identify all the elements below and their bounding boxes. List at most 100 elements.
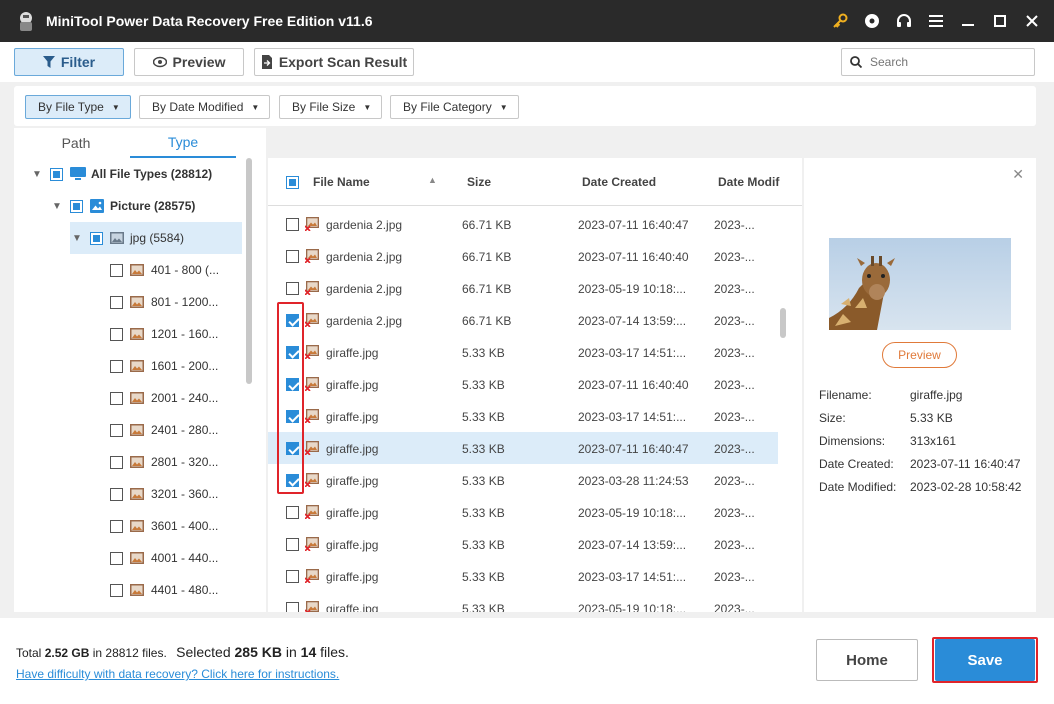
home-button[interactable]: Home <box>816 639 918 681</box>
tree-item-range[interactable]: 2001 - 240... <box>110 382 218 414</box>
row-checkbox[interactable] <box>286 410 299 423</box>
checkbox[interactable] <box>110 551 123 565</box>
tree-item-range[interactable]: 4001 - 440... <box>110 542 218 574</box>
close-preview-icon[interactable]: ✕ <box>1012 166 1024 183</box>
chevron-down-icon[interactable]: ▼ <box>30 169 44 180</box>
tree-item-range[interactable]: 1201 - 160... <box>110 318 218 350</box>
checkbox[interactable] <box>110 295 123 309</box>
row-checkbox[interactable] <box>286 282 299 295</box>
tree-item-range[interactable]: 401 - 800 (... <box>110 254 219 286</box>
by-date-modified-dropdown[interactable]: By Date Modified ▼ <box>139 95 271 119</box>
row-checkbox[interactable] <box>286 218 299 231</box>
tree-item-range[interactable]: 2801 - 320... <box>110 446 218 478</box>
checkbox[interactable] <box>90 231 103 245</box>
checkbox[interactable] <box>110 423 123 437</box>
select-all-checkbox[interactable] <box>286 176 299 189</box>
tree-item-range[interactable]: 3201 - 360... <box>110 478 218 510</box>
column-header-date-created[interactable]: Date Created <box>582 175 656 189</box>
row-checkbox[interactable] <box>286 250 299 263</box>
checkbox[interactable] <box>110 583 123 597</box>
tree-item-jpg[interactable]: ▼ jpg (5584) <box>70 222 242 254</box>
search-box[interactable] <box>841 48 1035 76</box>
list-scrollbar[interactable] <box>780 308 786 338</box>
column-header-size[interactable]: Size <box>467 175 491 189</box>
row-checkbox[interactable] <box>286 602 299 612</box>
table-row[interactable]: giraffe.jpg 5.33 KB 2023-03-28 11:24:53 202… <box>268 464 778 496</box>
row-checkbox[interactable] <box>286 346 299 359</box>
checkbox[interactable] <box>110 487 123 501</box>
by-date-modified-label: By Date Modified <box>152 100 244 114</box>
selected-files: 14 <box>300 644 317 660</box>
checkbox[interactable] <box>70 199 83 213</box>
checkbox[interactable] <box>110 263 123 277</box>
row-checkbox[interactable] <box>286 538 299 551</box>
row-checkbox[interactable] <box>286 474 299 487</box>
checkbox[interactable] <box>110 359 123 373</box>
tree-item-range[interactable]: 2401 - 280... <box>110 414 218 446</box>
date-created-cell: 2023-07-14 13:59:... <box>578 314 687 328</box>
minimize-icon[interactable] <box>952 0 984 42</box>
column-header-date-modified[interactable]: Date Modifi <box>718 175 780 189</box>
row-checkbox[interactable] <box>286 506 299 519</box>
search-input[interactable] <box>870 55 1020 69</box>
table-row[interactable]: gardenia 2.jpg 66.71 KB 2023-05-19 10:18:.… <box>268 272 778 304</box>
checkbox[interactable] <box>110 455 123 469</box>
checkbox[interactable] <box>110 327 123 341</box>
tree-item-range[interactable]: 801 - 1200... <box>110 286 218 318</box>
row-checkbox[interactable] <box>286 314 299 327</box>
tree-scrollbar[interactable] <box>246 158 252 384</box>
checkbox[interactable] <box>110 391 123 405</box>
tree-item-all-file-types[interactable]: ▼ All File Types (28812) <box>30 158 212 190</box>
table-row[interactable]: giraffe.jpg 5.33 KB 2023-05-19 10:18:... 20… <box>268 592 778 612</box>
headset-icon[interactable] <box>888 0 920 42</box>
row-checkbox[interactable] <box>286 570 299 583</box>
filter-button[interactable]: Filter <box>14 48 124 76</box>
tab-path[interactable]: Path <box>14 128 138 158</box>
export-scan-result-button[interactable]: Export Scan Result <box>254 48 414 76</box>
tree-item-range[interactable]: 4401 - 480... <box>110 574 218 606</box>
table-row[interactable]: giraffe.jpg 5.33 KB 2023-03-17 14:51:... 20… <box>268 560 778 592</box>
preview-pane: ✕ Preview Filename: giraffe.jpg Size: 5.… <box>804 158 1036 612</box>
size-cell: 66.71 KB <box>462 314 512 328</box>
disc-icon[interactable] <box>856 0 888 42</box>
row-checkbox[interactable] <box>286 442 299 455</box>
summary-text: Selected <box>176 644 235 660</box>
row-checkbox[interactable] <box>286 378 299 391</box>
image-file-icon <box>130 360 144 372</box>
help-link[interactable]: Have difficulty with data recovery? Clic… <box>16 667 339 681</box>
tab-type[interactable]: Type <box>130 128 236 158</box>
preview-file-button[interactable]: Preview <box>882 342 957 368</box>
table-row[interactable]: giraffe.jpg 5.33 KB 2023-07-14 13:59:... 20… <box>268 528 778 560</box>
table-row[interactable]: giraffe.jpg 5.33 KB 2023-07-11 16:40:40 202… <box>268 368 778 400</box>
by-file-size-dropdown[interactable]: By File Size ▼ <box>279 95 383 119</box>
tree-item-picture[interactable]: ▼ Picture (28575) <box>50 190 195 222</box>
info-label: Dimensions: <box>819 434 886 448</box>
table-row[interactable]: giraffe.jpg 5.33 KB 2023-03-17 14:51:... 20… <box>268 336 778 368</box>
column-header-file-name[interactable]: File Name <box>313 175 370 189</box>
save-button[interactable]: Save <box>935 639 1035 681</box>
filter-label: Filter <box>60 54 96 70</box>
chevron-down-icon[interactable]: ▼ <box>50 201 64 212</box>
table-row[interactable]: giraffe.jpg 5.33 KB 2023-05-19 10:18:... 20… <box>268 496 778 528</box>
table-row[interactable]: giraffe.jpg 5.33 KB 2023-07-11 16:40:47 202… <box>268 432 778 464</box>
table-row[interactable]: gardenia 2.jpg 66.71 KB 2023-07-11 16:40:4… <box>268 240 778 272</box>
checkbox[interactable] <box>50 167 63 181</box>
maximize-icon[interactable] <box>984 0 1016 42</box>
by-file-category-dropdown[interactable]: By File Category ▼ <box>390 95 519 119</box>
date-created-cell: 2023-07-14 13:59:... <box>578 538 687 552</box>
tree-item-range[interactable]: 3601 - 400... <box>110 510 218 542</box>
table-row[interactable]: gardenia 2.jpg 66.71 KB 2023-07-14 13:59:.… <box>268 304 778 336</box>
table-row[interactable]: giraffe.jpg 5.33 KB 2023-03-17 14:51:... 20… <box>268 400 778 432</box>
tree-item-range[interactable]: 1601 - 200... <box>110 350 218 382</box>
close-icon[interactable] <box>1016 0 1048 42</box>
key-icon[interactable] <box>824 0 856 42</box>
checkbox[interactable] <box>110 519 123 533</box>
export-label: Export Scan Result <box>278 54 408 70</box>
by-file-type-dropdown[interactable]: By File Type ▼ <box>25 95 131 119</box>
table-row[interactable]: gardenia 2.jpg 66.71 KB 2023-07-11 16:40:4… <box>268 208 778 240</box>
chevron-down-icon[interactable]: ▼ <box>70 233 84 244</box>
preview-button[interactable]: Preview <box>134 48 244 76</box>
menu-icon[interactable] <box>920 0 952 42</box>
deleted-image-file-icon <box>304 345 319 360</box>
date-modified-cell: 2023-... <box>714 442 755 456</box>
